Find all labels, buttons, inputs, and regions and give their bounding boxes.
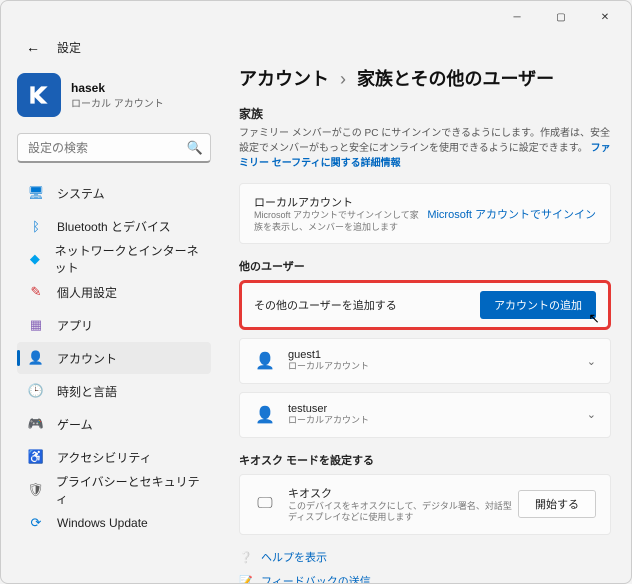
- nav-icon: 🕒: [27, 382, 45, 400]
- breadcrumb: アカウント › 家族とその他のユーザー: [239, 65, 611, 91]
- nav-icon: ⟳: [27, 514, 45, 532]
- nav-icon: ✎: [27, 283, 45, 301]
- profile-name: hasek: [71, 81, 164, 95]
- content: アカウント › 家族とその他のユーザー 家族 ファミリー メンバーがこの PC …: [223, 61, 631, 583]
- kiosk-start-button[interactable]: 開始する: [518, 490, 596, 518]
- nav-item-2[interactable]: ◆ ネットワークとインターネット: [17, 243, 211, 275]
- kiosk-card: 🖵 キオスク このデバイスをキオスクにして、デジタル署名、対話型ディスプレイなど…: [239, 474, 611, 535]
- nav-item-0[interactable]: 🖥 システム: [17, 177, 211, 209]
- nav-label: 個人用設定: [57, 284, 117, 301]
- kiosk-sub: このデバイスをキオスクにして、デジタル署名、対話型ディスプレイなどに使用します: [288, 501, 518, 524]
- kiosk-icon: 🖵: [254, 495, 276, 513]
- family-label: 家族: [239, 105, 611, 122]
- nav-icon: 👤: [27, 349, 45, 367]
- chevron-down-icon: ⌄: [587, 408, 596, 421]
- family-desc: ファミリー メンバーがこの PC にサインインできるようにします。作成者は、安全…: [239, 126, 611, 171]
- nav-item-6[interactable]: 🕒 時刻と言語: [17, 375, 211, 407]
- nav-icon: ♿: [27, 448, 45, 466]
- nav-label: Bluetooth とデバイス: [57, 218, 171, 235]
- nav-label: アカウント: [57, 350, 117, 367]
- titlebar: ─ ▢ ✕: [1, 1, 631, 33]
- nav-label: システム: [57, 185, 105, 202]
- nav-label: アクセシビリティ: [57, 449, 152, 466]
- kiosk-label: キオスク モードを設定する: [239, 452, 611, 468]
- nav-item-4[interactable]: ▦ アプリ: [17, 309, 211, 341]
- nav-item-10[interactable]: ⟳ Windows Update: [17, 507, 211, 539]
- nav-label: ゲーム: [57, 416, 93, 433]
- avatar: [17, 73, 61, 117]
- nav-label: ネットワークとインターネット: [55, 242, 201, 276]
- user-card[interactable]: 👤 guest1 ローカルアカウント ⌄: [239, 338, 611, 384]
- person-icon: 👤: [254, 405, 276, 425]
- window-title: 設定: [57, 39, 81, 56]
- help-icon: ❔: [239, 551, 253, 564]
- nav-item-9[interactable]: 🛡 プライバシーとセキュリティ: [17, 474, 211, 506]
- minimize-button[interactable]: ─: [495, 2, 539, 32]
- nav-icon: ◆: [27, 250, 43, 268]
- add-account-button[interactable]: アカウントの追加 ↖: [480, 291, 596, 319]
- user-name: testuser: [288, 403, 587, 415]
- chevron-down-icon: ⌄: [587, 355, 596, 368]
- nav-label: アプリ: [57, 317, 93, 334]
- nav-icon: ᛒ: [27, 217, 45, 235]
- kiosk-title: キオスク: [288, 485, 518, 501]
- nav-label: プライバシーとセキュリティ: [56, 473, 201, 507]
- card-sub: Microsoft アカウントでサインインして家族を表示し、メンバーを追加します: [254, 210, 427, 233]
- footer-links: ❔ ヘルプを表示 📝 フィードバックの送信: [239, 549, 611, 583]
- nav-item-5[interactable]: 👤 アカウント: [17, 342, 211, 374]
- nav-item-1[interactable]: ᛒ Bluetooth とデバイス: [17, 210, 211, 242]
- nav-item-7[interactable]: 🎮 ゲーム: [17, 408, 211, 440]
- nav-label: 時刻と言語: [57, 383, 117, 400]
- feedback-icon: 📝: [239, 575, 253, 583]
- nav-icon: 🛡: [27, 481, 44, 499]
- ms-signin-link[interactable]: Microsoft アカウントでサインイン: [427, 206, 596, 222]
- sidebar: hasek ローカル アカウント 🔍 🖥 システム ᛒ Bluetooth とデバイス…: [1, 61, 223, 583]
- family-signin-card: ローカルアカウント Microsoft アカウントでサインインして家族を表示し、…: [239, 183, 611, 244]
- nav-icon: ▦: [27, 316, 45, 334]
- profile-sub: ローカル アカウント: [71, 95, 164, 110]
- nav-item-8[interactable]: ♿ アクセシビリティ: [17, 441, 211, 473]
- close-button[interactable]: ✕: [583, 2, 627, 32]
- nav-label: Windows Update: [57, 516, 148, 530]
- other-users-label: 他のユーザー: [239, 258, 611, 274]
- user-sub: ローカルアカウント: [288, 415, 587, 427]
- card-title: ローカルアカウント: [254, 194, 427, 210]
- help-link[interactable]: ❔ ヘルプを表示: [239, 549, 611, 565]
- profile[interactable]: hasek ローカル アカウント: [17, 73, 211, 117]
- user-card[interactable]: 👤 testuser ローカルアカウント ⌄: [239, 392, 611, 438]
- nav-icon: 🖥: [27, 184, 45, 202]
- person-icon: 👤: [254, 351, 276, 371]
- user-sub: ローカルアカウント: [288, 361, 587, 373]
- search-box: 🔍: [17, 133, 211, 163]
- back-button[interactable]: ←: [17, 31, 49, 63]
- header: ← 設定: [1, 33, 631, 61]
- breadcrumb-current: 家族とその他のユーザー: [357, 69, 554, 89]
- search-icon: 🔍: [187, 140, 203, 156]
- chevron-right-icon: ›: [340, 69, 346, 89]
- user-name: guest1: [288, 349, 587, 361]
- add-user-card: その他のユーザーを追加する アカウントの追加 ↖: [239, 280, 611, 330]
- feedback-link[interactable]: 📝 フィードバックの送信: [239, 573, 611, 583]
- nav-icon: 🎮: [27, 415, 45, 433]
- maximize-button[interactable]: ▢: [539, 2, 583, 32]
- nav-item-3[interactable]: ✎ 個人用設定: [17, 276, 211, 308]
- add-user-title: その他のユーザーを追加する: [254, 297, 480, 313]
- search-input[interactable]: [17, 133, 211, 163]
- nav: 🖥 システム ᛒ Bluetooth とデバイス ◆ ネットワークとインターネット ✎ 個人用…: [17, 177, 211, 539]
- breadcrumb-parent[interactable]: アカウント: [239, 69, 329, 89]
- cursor-icon: ↖: [588, 310, 600, 327]
